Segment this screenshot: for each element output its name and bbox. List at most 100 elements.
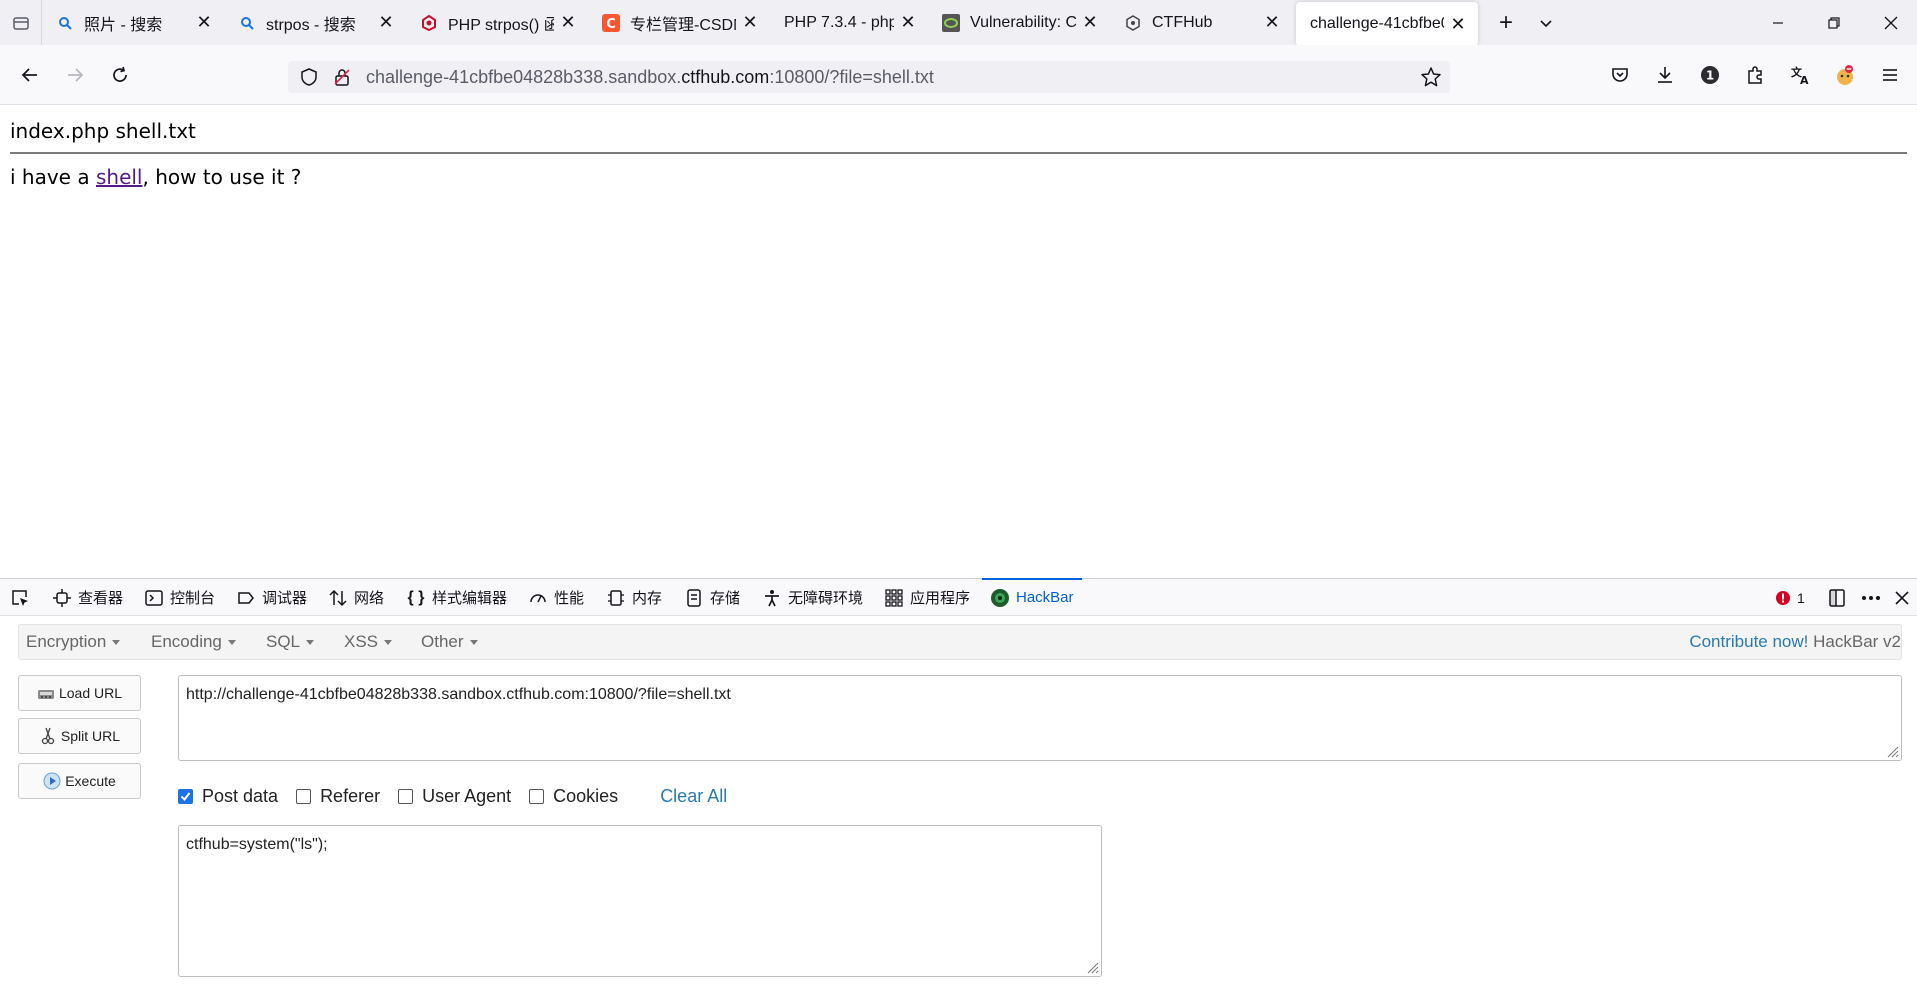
post-data-checkbox[interactable] — [178, 788, 193, 804]
close-window-button[interactable] — [1868, 0, 1914, 45]
download-icon — [1658, 67, 1672, 83]
tab-application[interactable]: 应用程序 — [884, 579, 970, 616]
horizontal-rule — [10, 152, 1907, 154]
menu-sql[interactable]: SQL — [266, 625, 315, 659]
menu-xss[interactable]: XSS — [344, 625, 393, 659]
close-icon[interactable]: ✕ — [1080, 12, 1100, 33]
tab-network[interactable]: 网络 — [328, 579, 384, 616]
caret-down-icon — [384, 640, 393, 646]
url-textarea[interactable]: http://challenge-41cbfbe04828b338.sandbo… — [178, 675, 1902, 761]
downloads-button[interactable] — [1650, 60, 1680, 90]
load-url-icon — [37, 684, 55, 702]
execute-button[interactable]: Execute — [18, 763, 141, 799]
option-label: Referer — [320, 785, 381, 806]
tab-storage[interactable]: 存储 — [684, 579, 740, 616]
tab-list-icon — [12, 16, 29, 30]
url-text[interactable]: challenge-41cbfbe04828b338.sandbox.ctfhu… — [366, 61, 934, 93]
bookmark-star-icon[interactable] — [1420, 66, 1442, 93]
tab-hackbar[interactable]: HackBar — [982, 578, 1082, 616]
forward-button[interactable] — [60, 60, 90, 90]
devtools-menu-button[interactable] — [1860, 579, 1882, 616]
reload-button[interactable] — [105, 60, 135, 90]
tab-console[interactable]: 控制台 — [144, 579, 215, 616]
caret-down-icon — [112, 640, 121, 646]
split-url-button[interactable]: Split URL — [18, 718, 141, 754]
error-count-badge[interactable]: 1 — [1775, 579, 1805, 616]
load-url-button[interactable]: Load URL — [18, 675, 141, 711]
svg-text:C: C — [606, 17, 616, 32]
browser-tab-active[interactable]: challenge-41cbfbe0 ✕ — [1296, 2, 1478, 46]
close-icon[interactable]: ✕ — [898, 12, 918, 33]
menu-other[interactable]: Other — [421, 625, 478, 659]
browser-tab[interactable]: 照片 - 搜索 ✕ — [42, 0, 224, 45]
browser-tab[interactable]: CTFHub ✕ — [1110, 0, 1292, 45]
braces-icon: { } — [407, 588, 425, 606]
file-list-text: index.php shell.txt — [10, 119, 196, 143]
dock-button[interactable] — [1827, 579, 1847, 616]
shield-icon[interactable] — [299, 67, 319, 92]
minimize-button[interactable] — [1755, 0, 1801, 45]
contribute-link[interactable]: Contribute now! — [1689, 632, 1808, 651]
close-icon[interactable]: ✕ — [194, 12, 214, 33]
close-icon[interactable]: ✕ — [558, 12, 578, 33]
referer-checkbox[interactable] — [296, 788, 312, 804]
cookies-option[interactable]: Cookies — [529, 786, 618, 807]
profile-button[interactable] — [1830, 60, 1860, 90]
page-content: index.php shell.txt i have a shell, how … — [0, 106, 1917, 578]
translate-button[interactable]: 文A — [1785, 60, 1815, 90]
user-agent-option[interactable]: User Agent — [398, 786, 511, 807]
tab-style-editor[interactable]: { } 样式编辑器 — [406, 579, 507, 616]
browser-tab[interactable]: PHP 7.3.4 - phpinfo() ✕ — [770, 0, 928, 45]
post-data-option[interactable]: Post data — [178, 786, 278, 807]
new-tab-button[interactable]: + — [1486, 0, 1526, 45]
error-count: 1 — [1797, 589, 1805, 606]
back-button[interactable] — [15, 60, 45, 90]
list-all-tabs-button[interactable] — [1526, 0, 1566, 45]
menu-encoding[interactable]: Encoding — [151, 625, 236, 659]
close-icon[interactable]: ✕ — [1448, 14, 1468, 34]
option-label: Cookies — [553, 785, 619, 806]
user-agent-checkbox[interactable] — [398, 788, 414, 804]
hamburger-icon — [1883, 69, 1897, 81]
contribute-area: Contribute now! HackBar v2 — [1689, 625, 1901, 659]
browser-tab[interactable]: PHP strpos() 函数 ✕ — [406, 0, 588, 45]
close-icon[interactable]: ✕ — [376, 12, 396, 33]
tab-label: 样式编辑器 — [432, 590, 508, 607]
referer-option[interactable]: Referer — [296, 786, 380, 807]
tab-memory[interactable]: 内存 — [606, 579, 662, 616]
url-bar[interactable]: challenge-41cbfbe04828b338.sandbox.ctfhu… — [288, 61, 1450, 93]
browser-tab[interactable]: strpos - 搜索 ✕ — [224, 0, 406, 45]
translate-icon: 文A — [1791, 65, 1809, 86]
clear-all-button[interactable]: Clear All — [660, 786, 727, 807]
tab-accessibility[interactable]: 无障碍环境 — [762, 579, 863, 616]
post-data-textarea[interactable]: ctfhub=system("ls"); — [178, 825, 1102, 977]
search-icon — [238, 14, 256, 32]
pocket-button[interactable] — [1605, 60, 1635, 90]
tab-label: 照片 - 搜索 — [84, 16, 163, 34]
hackbar-version: HackBar v2 — [1813, 632, 1901, 651]
browser-tab[interactable]: Vulnerability: Co ✕ — [928, 0, 1110, 45]
close-icon[interactable]: ✕ — [740, 12, 760, 33]
resize-grip-icon[interactable] — [1885, 744, 1899, 758]
insecure-lock-icon[interactable] — [332, 67, 352, 92]
console-icon — [144, 588, 164, 608]
caret-down-icon — [306, 640, 315, 646]
devtools-close-button[interactable] — [1894, 579, 1910, 616]
browser-tab[interactable]: C 专栏管理-CSDN创 ✕ — [588, 0, 770, 45]
minimize-icon — [1773, 21, 1783, 24]
extensions-button[interactable] — [1740, 60, 1770, 90]
resize-grip-icon[interactable] — [1085, 960, 1099, 974]
tab-debugger[interactable]: 调试器 — [236, 579, 307, 616]
cookies-checkbox[interactable] — [529, 788, 545, 804]
url-value: http://challenge-41cbfbe04828b338.sandbo… — [186, 686, 731, 703]
element-picker-button[interactable] — [10, 579, 30, 616]
tab-inspector[interactable]: 查看器 — [52, 579, 123, 616]
shell-link[interactable]: shell — [96, 165, 143, 189]
menu-encryption[interactable]: Encryption — [26, 625, 121, 659]
close-icon[interactable]: ✕ — [1262, 12, 1282, 33]
restore-button[interactable] — [1811, 0, 1857, 45]
app-menu-button[interactable] — [1875, 60, 1905, 90]
tab-performance[interactable]: 性能 — [528, 579, 584, 616]
firefox-view-button[interactable] — [0, 0, 42, 45]
password-manager-button[interactable]: 1 — [1695, 60, 1725, 90]
